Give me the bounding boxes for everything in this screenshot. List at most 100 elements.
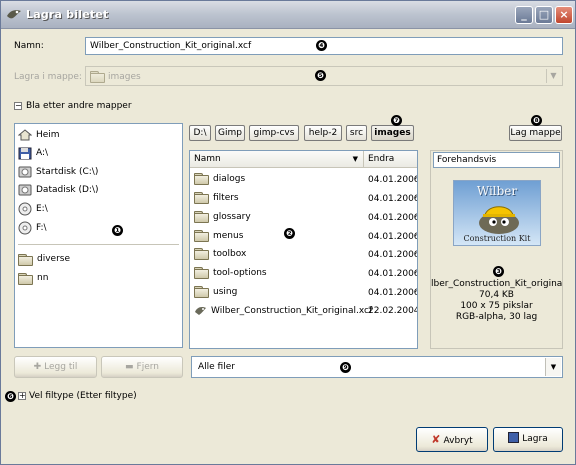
minimize-button[interactable]: _ — [515, 6, 533, 24]
cancel-button[interactable]: ✘ Avbryt — [416, 427, 488, 452]
save-button-label: Lagra — [522, 434, 548, 444]
file-filter-combo[interactable]: Alle filer ▼ — [191, 356, 563, 378]
collapse-icon: − — [14, 101, 22, 110]
place-home[interactable]: Heim — [18, 127, 60, 143]
place-f-drive[interactable]: F:\ — [18, 220, 47, 236]
folder-icon — [194, 230, 209, 242]
file-name: filters — [213, 192, 239, 203]
path-button-help-2[interactable]: help-2 — [304, 125, 342, 141]
save-button[interactable]: Lagra — [493, 427, 563, 452]
file-row[interactable]: menus 04.01.2006 — [190, 228, 417, 246]
close-button[interactable]: × — [555, 6, 573, 24]
add-bookmark-button[interactable]: ✚ Legg til — [14, 356, 97, 378]
filter-dropdown-button[interactable]: ▼ — [545, 358, 561, 376]
file-row[interactable]: glossary 04.01.2006 — [190, 209, 417, 227]
folder-combo-value: images — [108, 72, 141, 82]
folder-icon — [194, 267, 209, 279]
file-name: Wilber_Construction_Kit_original.xcf — [211, 305, 373, 316]
path-button-src[interactable]: src — [346, 125, 367, 141]
maximize-button[interactable]: □ — [535, 6, 553, 24]
browse-label: Bla etter andre mapper — [26, 101, 132, 111]
file-date: 04.01.2006 — [368, 269, 418, 279]
file-date: 04.01.2006 — [368, 250, 418, 260]
path-button-gimp[interactable]: Gimp — [215, 125, 245, 141]
create-folder-button[interactable]: Lag mappe — [509, 125, 562, 141]
save-disk-icon — [508, 432, 520, 443]
place-label: E:\ — [36, 204, 48, 214]
callout-8: ❽ — [531, 115, 542, 126]
place-d-drive[interactable]: Datadisk (D:\) — [18, 182, 98, 198]
cd-drive-icon — [18, 202, 32, 216]
callout-9: ❾ — [340, 362, 351, 373]
expand-icon: + — [18, 391, 26, 400]
filetype-expander[interactable]: + Vel filtype (Etter filtype) — [18, 391, 137, 401]
path-button-d[interactable]: D:\ — [189, 125, 211, 141]
callout-7: ❼ — [391, 115, 402, 126]
sort-down-icon: ▼ — [352, 155, 358, 163]
hard-disk-icon — [18, 166, 32, 178]
folder-icon — [90, 71, 105, 83]
folder-icon — [194, 211, 209, 223]
folder-icon — [194, 248, 209, 260]
minimize-icon: _ — [521, 8, 527, 21]
bookmark-nn[interactable]: nn — [18, 270, 48, 286]
name-input-value: Wilber_Construction_Kit_original.xcf — [90, 41, 252, 51]
remove-bookmark-button[interactable]: ▬ Fjern — [101, 356, 183, 378]
browse-expander[interactable]: − Bla etter andre mapper — [14, 101, 132, 111]
place-floppy[interactable]: A:\ — [18, 145, 48, 161]
bookmark-diverse[interactable]: diverse — [18, 251, 70, 267]
folder-label: Lagra i mappe: — [14, 72, 82, 82]
place-c-drive[interactable]: Startdisk (C:\) — [18, 164, 98, 180]
file-row[interactable]: toolbox 04.01.2006 — [190, 246, 417, 264]
file-list: Namn ▼ Endra dialogs 04.01.2006 filters … — [189, 150, 418, 349]
column-name-label: Namn — [194, 154, 221, 164]
place-label: A:\ — [36, 148, 49, 158]
add-button-label: Legg til — [44, 362, 78, 372]
chevron-down-icon: ▼ — [550, 363, 557, 371]
preview-caption-bottom: Construction Kit — [463, 234, 531, 243]
bookmark-label: diverse — [37, 254, 71, 264]
file-name: glossary — [213, 211, 251, 222]
file-date: 04.01.2006 — [368, 232, 418, 242]
file-row[interactable]: tool-options 04.01.2006 — [190, 265, 417, 283]
cancel-button-label: Avbryt — [443, 436, 473, 446]
xcf-file-icon — [195, 307, 206, 315]
folder-icon — [18, 253, 33, 266]
chevron-down-icon: ▼ — [546, 69, 560, 83]
cancel-x-icon: ✘ — [431, 433, 441, 446]
file-date: 04.01.2006 — [368, 213, 418, 223]
minus-icon: ▬ — [125, 362, 134, 372]
title-bar[interactable]: Lagra biletet _ □ × — [1, 1, 575, 29]
file-date: 04.01.2006 — [368, 194, 418, 204]
close-icon: × — [559, 8, 569, 21]
maximize-icon: □ — [538, 8, 550, 21]
file-row[interactable]: filters 04.01.2006 — [190, 190, 417, 208]
place-label: Heim — [36, 130, 60, 140]
preview-filename: lber_Construction_Kit_original.x — [431, 279, 562, 289]
file-filter-value: Alle filer — [198, 362, 235, 372]
hard-disk-icon — [18, 184, 32, 196]
cd-drive-icon — [18, 221, 32, 235]
place-e-drive[interactable]: E:\ — [18, 201, 48, 217]
remove-button-label: Fjern — [136, 362, 159, 372]
file-name: toolbox — [213, 248, 247, 259]
file-row[interactable]: dialogs 04.01.2006 — [190, 171, 417, 189]
plus-icon: ✚ — [33, 362, 42, 372]
preview-image: Wilber Construction Kit — [453, 180, 541, 246]
place-label: F:\ — [36, 223, 47, 233]
file-date: 04.01.2006 — [368, 288, 418, 298]
callout-4: ❹ — [316, 40, 327, 51]
path-button-gimp-cvs[interactable]: gimp-cvs — [249, 125, 299, 141]
column-header-name[interactable]: Namn ▼ — [190, 151, 364, 168]
floppy-icon — [18, 147, 32, 159]
folder-icon — [194, 173, 209, 185]
path-button-images[interactable]: images — [371, 125, 414, 141]
places-panel: Heim A:\ Startdisk (C:\) Datadisk (D:\) … — [14, 123, 183, 348]
preview-header: Forehandsvis — [433, 152, 560, 168]
column-header-modified[interactable]: Endra — [364, 151, 417, 168]
filetype-label: Vel filtype (Etter filtype) — [29, 391, 137, 401]
file-row[interactable]: using 04.01.2006 — [190, 284, 417, 302]
callout-6: ❻ — [5, 391, 16, 402]
preview-info: lber_Construction_Kit_original.x 70,4 KB… — [431, 279, 562, 323]
file-row[interactable]: Wilber_Construction_Kit_original.xcf 22.… — [190, 302, 417, 320]
